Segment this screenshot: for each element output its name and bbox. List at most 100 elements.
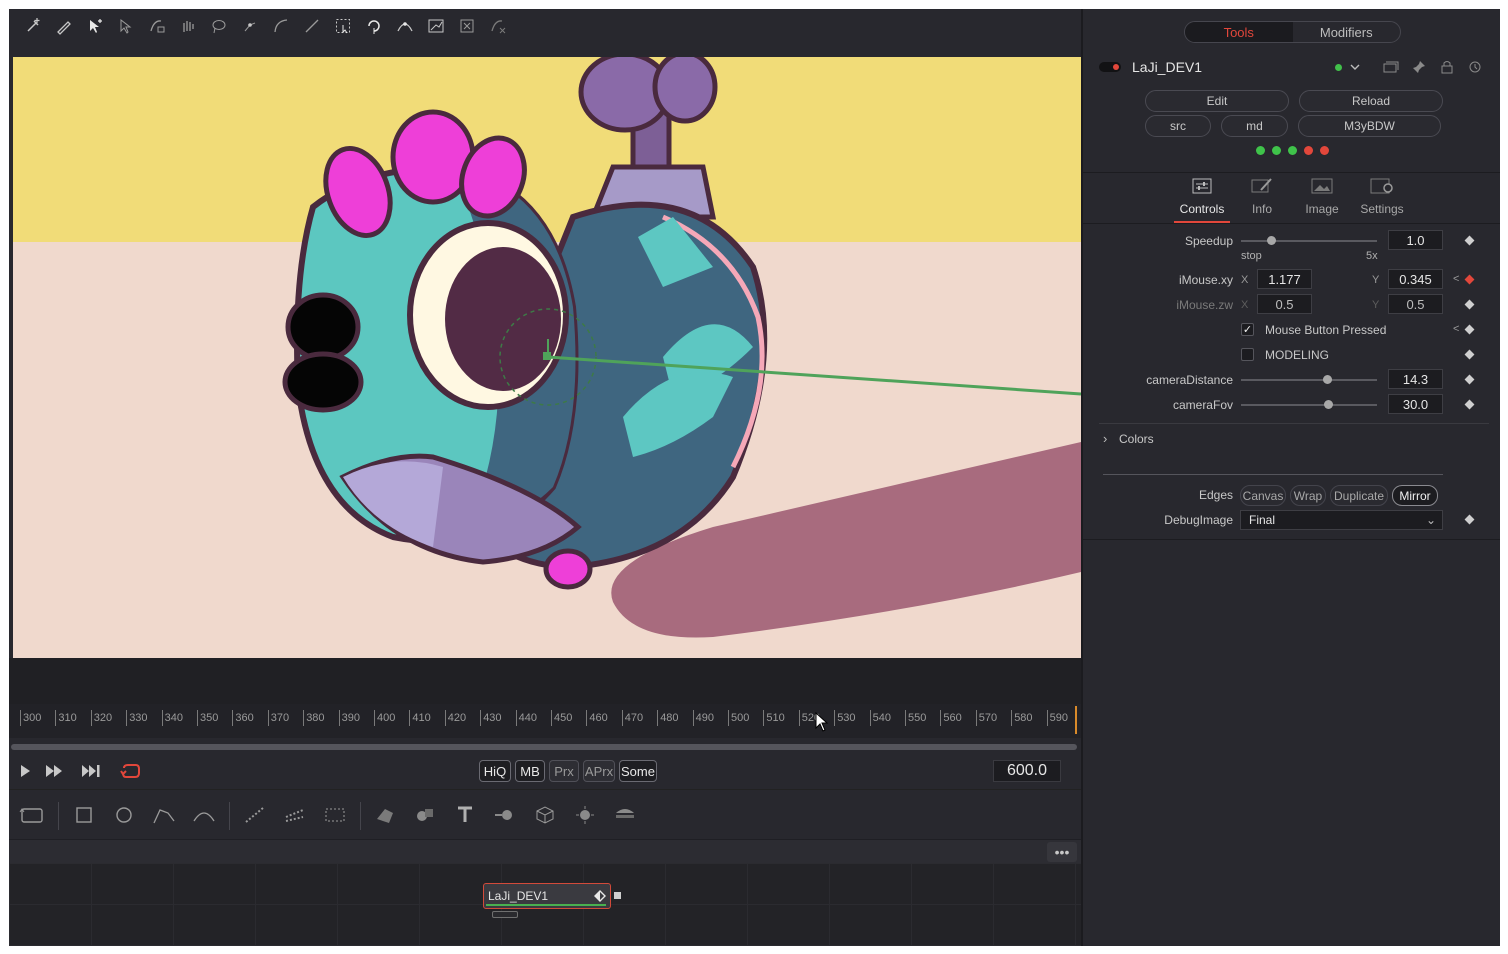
time-scrollbar[interactable] [11,744,1077,750]
tab-modifiers[interactable]: Modifiers [1293,22,1401,42]
reload-button[interactable]: Reload [1299,90,1443,112]
particles-pmerge-icon[interactable] [322,803,348,827]
chevron-down-icon[interactable] [1346,59,1364,75]
particles-render-icon[interactable] [282,803,308,827]
mouse-button-pressed-checkbox[interactable]: ✓ [1241,323,1254,336]
quality-button-mb[interactable]: MB [515,760,545,782]
lock-select-icon[interactable] [141,11,172,41]
node-input-ports[interactable] [492,911,518,918]
select-add-icon[interactable] [79,11,110,41]
imouse-z-field[interactable]: 0.5 [1257,294,1312,314]
edges-option-mirror[interactable]: Mirror [1392,485,1438,506]
versions-icon[interactable] [1382,59,1400,75]
rotate-icon[interactable] [358,11,389,41]
node-output-port[interactable] [614,892,621,899]
prev-keyframe-arrow[interactable]: < [1453,323,1459,335]
edges-option-wrap[interactable]: Wrap [1290,485,1326,506]
add-point-icon[interactable] [17,11,48,41]
camera-fov-slider-knob[interactable] [1324,400,1334,409]
tab-tools[interactable]: Tools [1185,22,1293,42]
tab-image[interactable]: Image [1294,173,1350,223]
camera-distance-keyframe-icon[interactable] [1464,374,1475,385]
pin-icon[interactable] [1410,59,1428,75]
bspline-icon[interactable] [191,803,217,827]
tool-enable-toggle[interactable] [1099,62,1121,72]
flow-editor[interactable]: LaJi_DEV1 [9,863,1081,946]
quality-button-some[interactable]: Some [619,760,657,782]
quality-button-prx[interactable]: Prx [549,760,579,782]
hand-icon[interactable] [172,11,203,41]
delete-icon[interactable] [451,11,482,41]
edit-button[interactable]: Edit [1145,90,1289,112]
tab-info[interactable]: Info [1234,173,1290,223]
select-icon[interactable] [110,11,141,41]
camera-fov-slider-track[interactable] [1241,404,1377,406]
smooth-icon[interactable] [389,11,420,41]
camera-distance-slider-knob[interactable] [1322,375,1332,384]
modeling-checkbox[interactable] [1241,348,1254,361]
particles-emitter-icon[interactable] [242,803,268,827]
shape3d-icon[interactable] [372,803,398,827]
play-icon[interactable] [13,761,37,781]
lasso-icon[interactable] [203,11,234,41]
quality-button-aprx[interactable]: APrx [583,760,615,782]
current-time-field[interactable]: 600.0 [993,760,1061,782]
camera-fov-value[interactable]: 30.0 [1388,394,1443,414]
speedup-slider-track[interactable] [1241,240,1377,242]
background-icon[interactable] [19,803,45,827]
transform-box-icon[interactable] [420,11,451,41]
debug-image-select[interactable]: Final ⌄ [1240,510,1443,530]
speedup-value[interactable]: 1.0 [1388,230,1443,250]
edges-option-duplicate[interactable]: Duplicate [1330,485,1388,506]
flow-options-button[interactable]: ••• [1047,842,1077,862]
speedup-slider-knob[interactable] [1266,236,1276,245]
polygon-icon[interactable] [151,803,177,827]
imouse-zw-keyframe-icon[interactable] [1464,299,1475,310]
loop-icon[interactable] [119,761,143,781]
camera-fov-keyframe-icon[interactable] [1464,399,1475,410]
merge3d-icon[interactable] [412,803,438,827]
imouse-xy-keyframe-icon[interactable] [1464,274,1475,285]
ellipse-icon[interactable] [111,803,137,827]
camera3d-icon[interactable] [532,803,558,827]
pen-icon[interactable] [48,11,79,41]
camera-distance-slider-track[interactable] [1241,379,1377,381]
imageplane3d-icon[interactable] [612,803,638,827]
time-ruler[interactable]: 300 310 320 330 340 350 360 370 380 390 400 410 420 4… [9,704,1081,738]
rect-select-icon[interactable] [327,11,358,41]
point-icon[interactable] [234,11,265,41]
text3d-icon[interactable] [452,803,478,827]
reset-icon[interactable] [482,11,513,41]
tab-settings[interactable]: Settings [1354,173,1410,223]
prev-keyframe-arrow[interactable]: < [1453,273,1459,285]
fast-forward-icon[interactable] [43,761,67,781]
playhead[interactable] [1075,706,1077,734]
camera-distance-value[interactable]: 14.3 [1388,369,1443,389]
quality-button-hiq[interactable]: HiQ [479,760,511,782]
rectangle-icon[interactable] [71,803,97,827]
light3d-icon[interactable] [572,803,598,827]
modeling-keyframe-icon[interactable] [1464,349,1475,360]
ruler-tick [161,710,163,726]
renderer3d-icon[interactable] [492,803,518,827]
colors-section-header[interactable]: › Colors [1099,429,1489,449]
imouse-w-field[interactable]: 0.5 [1388,294,1443,314]
curve-icon[interactable] [265,11,296,41]
imouse-x-field[interactable]: 1.177 [1257,269,1312,289]
md-button[interactable]: md [1221,115,1288,137]
speedup-keyframe-icon[interactable] [1464,235,1475,246]
edges-option-canvas[interactable]: Canvas [1240,485,1286,506]
debug-image-keyframe-icon[interactable] [1464,514,1475,525]
flow-node[interactable]: LaJi_DEV1 [483,883,621,918]
m3ybdw-button[interactable]: M3yBDW [1298,115,1441,137]
viewer-canvas[interactable] [13,57,1081,658]
reset-defaults-icon[interactable] [1466,59,1484,75]
skip-end-icon[interactable] [80,761,104,781]
imouse-y-field[interactable]: 0.345 [1388,269,1443,289]
src-button[interactable]: src [1145,115,1211,137]
tab-controls[interactable]: Controls [1174,173,1230,223]
tool-color-dot[interactable] [1335,64,1342,71]
mouse-button-keyframe-icon[interactable] [1464,324,1475,335]
line-icon[interactable] [296,11,327,41]
lock-icon[interactable] [1438,59,1456,75]
